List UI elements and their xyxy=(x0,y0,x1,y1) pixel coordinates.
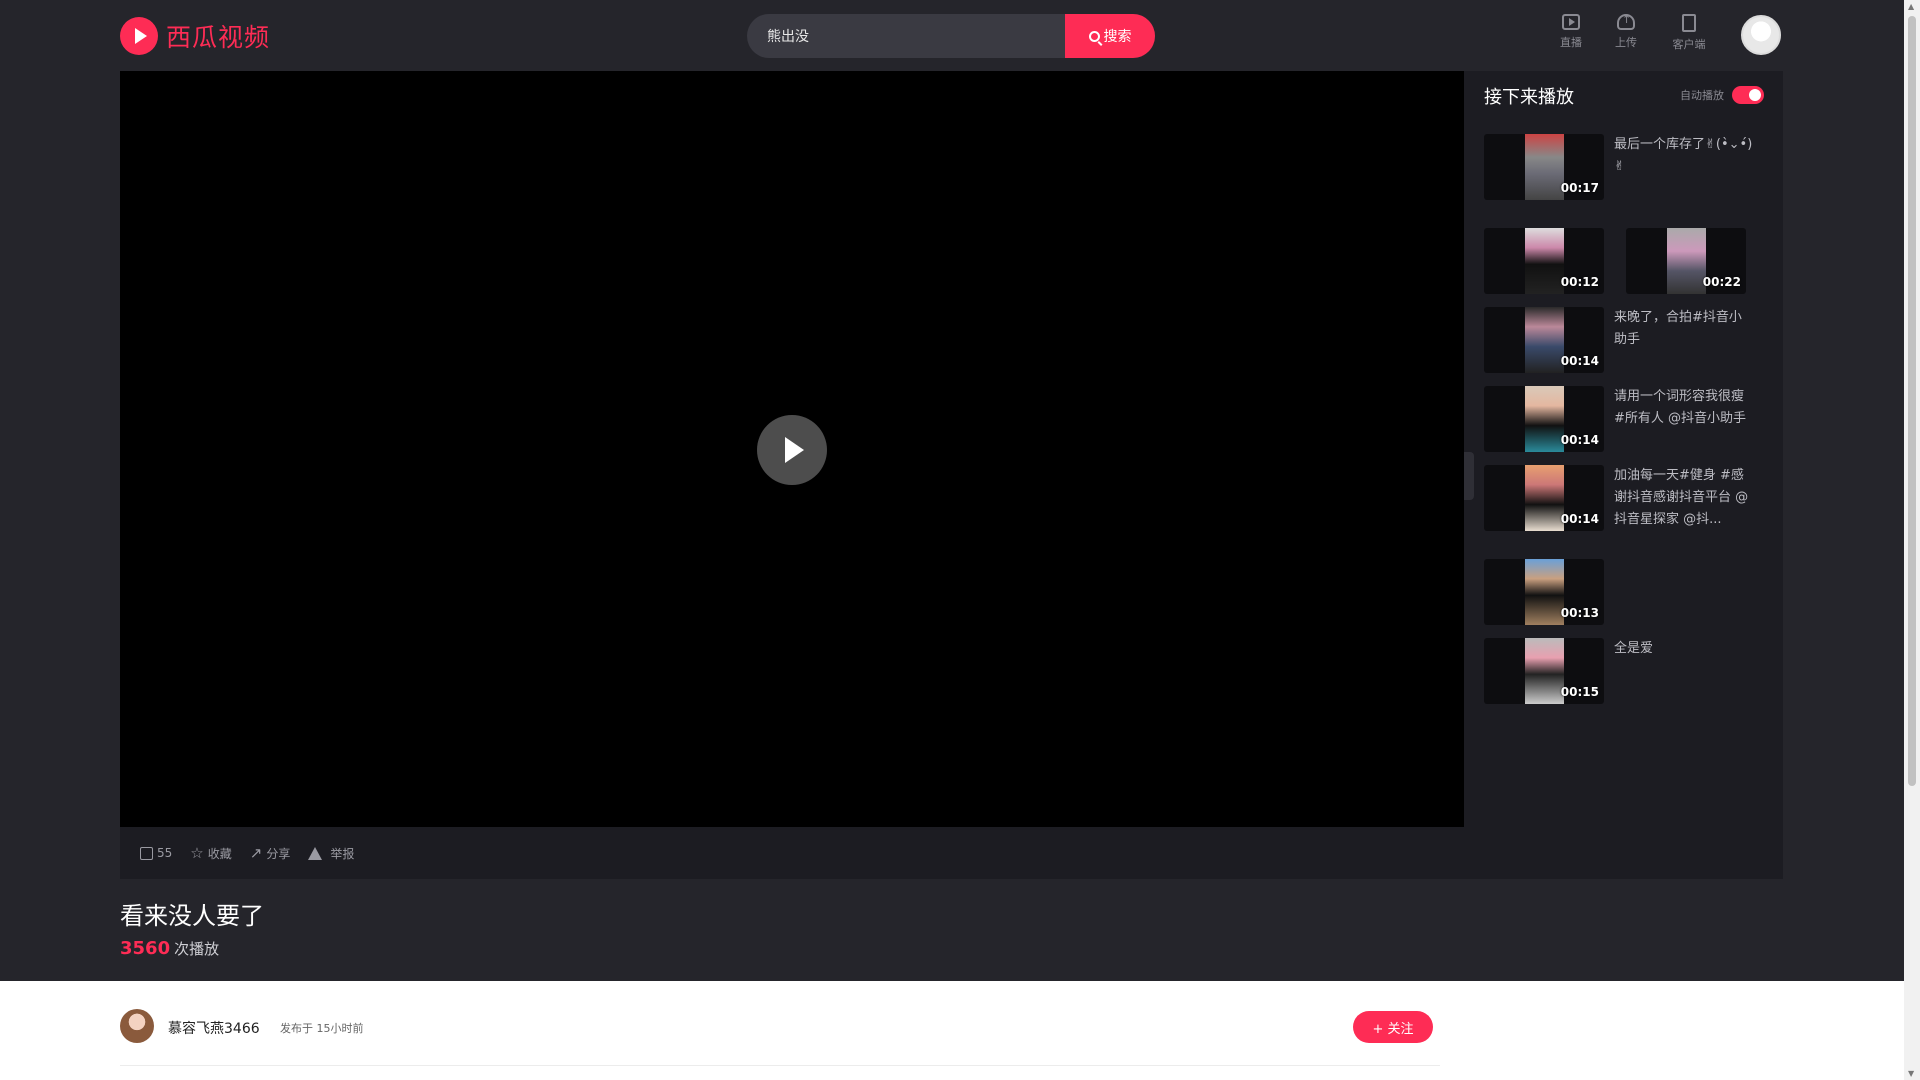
publish-time: 发布于 15小时前 xyxy=(280,1022,364,1035)
logo-text: 西瓜视频 xyxy=(166,23,271,52)
video-duration: 00:17 xyxy=(1560,181,1599,195)
report-label: 举报 xyxy=(330,846,355,861)
search-bar: 搜索 xyxy=(747,14,1155,58)
scroll-down-arrow-icon[interactable]: ▼ xyxy=(1908,1069,1914,1078)
up-next-item[interactable]: 00:12 00:22 xyxy=(1484,228,1774,294)
autoplay-control: 自动播放 xyxy=(1680,86,1764,104)
share-icon: ↗ xyxy=(249,843,263,862)
upload-button[interactable]: 上传 xyxy=(1601,13,1651,50)
star-icon: ☆ xyxy=(190,843,204,862)
thumbnail-image xyxy=(1525,638,1564,704)
live-icon xyxy=(1562,14,1580,30)
video-duration: 00:12 xyxy=(1560,275,1599,289)
video-thumbnail[interactable]: 00:22 xyxy=(1626,228,1746,294)
video-title[interactable]: 加油每一天#健身 #感谢抖音感谢抖音平台 @抖音星探家 @抖... xyxy=(1614,465,1754,531)
video-duration: 00:14 xyxy=(1560,354,1599,368)
author-name[interactable]: 慕容飞燕3466 xyxy=(168,1018,260,1038)
search-icon xyxy=(1088,30,1100,42)
play-count-suffix: 次播放 xyxy=(174,940,220,958)
video-actions-bar: 55 ☆ 收藏 ↗ 分享 举报 xyxy=(120,827,1464,879)
thumbnail-image xyxy=(1667,228,1706,294)
client-icon xyxy=(1682,14,1696,32)
share-label: 分享 xyxy=(266,846,291,861)
thumbnail-image xyxy=(1525,134,1564,200)
site-logo[interactable]: 西瓜视频 xyxy=(120,16,270,56)
thumbnail-image xyxy=(1525,307,1564,373)
video-thumbnail[interactable]: 00:17 xyxy=(1484,134,1604,200)
thumbnail-image xyxy=(1525,465,1564,531)
search-input[interactable] xyxy=(747,14,1065,58)
video-title[interactable]: 全是爱 xyxy=(1614,638,1754,660)
author-row: 慕容飞燕3466 发布于 15小时前 + 关注 xyxy=(120,981,1440,1066)
live-label: 直播 xyxy=(1560,36,1582,49)
report-button[interactable]: 举报 xyxy=(308,845,354,862)
video-thumbnail[interactable]: 00:14 xyxy=(1484,386,1604,452)
video-stage: 55 ☆ 收藏 ↗ 分享 举报 接下来播放 自动播放 00:17 最后一个库存了… xyxy=(120,71,1783,879)
video-duration: 00:14 xyxy=(1560,512,1599,526)
scrollbar-thumb[interactable] xyxy=(1908,16,1916,786)
play-count: 3560 次播放 xyxy=(120,938,219,959)
author-avatar[interactable] xyxy=(120,1009,154,1043)
thumbnail-image xyxy=(1525,228,1564,294)
video-duration: 00:15 xyxy=(1560,685,1599,699)
favorite-label: 收藏 xyxy=(207,846,232,861)
video-duration: 00:14 xyxy=(1560,433,1599,447)
video-duration: 00:13 xyxy=(1560,606,1599,620)
video-title-heading: 看来没人要了 xyxy=(120,902,264,930)
share-button[interactable]: ↗ 分享 xyxy=(250,845,291,862)
search-button-label: 搜索 xyxy=(1103,29,1132,45)
page-scrollbar[interactable]: ▲ ▼ xyxy=(1904,0,1920,1080)
like-button[interactable]: 55 xyxy=(140,846,172,860)
play-button[interactable] xyxy=(757,415,827,485)
sidebar-collapse-handle[interactable] xyxy=(1464,452,1474,500)
video-title[interactable]: 最后一个库存了✌(•̀⌄•́)✌ xyxy=(1614,134,1754,178)
up-next-sidebar: 接下来播放 自动播放 00:17 最后一个库存了✌(•̀⌄•́)✌ 00:12 … xyxy=(1484,71,1774,879)
video-player[interactable] xyxy=(120,71,1464,827)
video-title[interactable]: 来晚了，合拍#抖音小助手 xyxy=(1614,307,1754,351)
warning-icon xyxy=(308,846,323,860)
follow-button[interactable]: + 关注 xyxy=(1353,1011,1433,1043)
client-label: 客户端 xyxy=(1672,38,1706,51)
user-avatar[interactable] xyxy=(1741,15,1781,55)
scroll-up-arrow-icon[interactable]: ▲ xyxy=(1908,2,1914,11)
video-thumbnail[interactable]: 00:14 xyxy=(1484,465,1604,531)
client-button[interactable]: 客户端 xyxy=(1664,14,1714,52)
logo-play-icon xyxy=(120,17,158,55)
live-button[interactable]: 直播 xyxy=(1546,14,1596,50)
video-thumbnail[interactable]: 00:14 xyxy=(1484,307,1604,373)
up-next-item[interactable]: 00:14 加油每一天#健身 #感谢抖音感谢抖音平台 @抖音星探家 @抖... xyxy=(1484,465,1774,531)
video-thumbnail[interactable]: 00:13 xyxy=(1484,559,1604,625)
like-count: 55 xyxy=(157,846,173,860)
up-next-item[interactable]: 00:14 来晚了，合拍#抖音小助手 xyxy=(1484,307,1774,373)
up-next-item[interactable]: 00:17 最后一个库存了✌(•̀⌄•́)✌ xyxy=(1484,134,1774,200)
thumbnail-image xyxy=(1525,386,1564,452)
up-next-item[interactable]: 00:13 xyxy=(1484,559,1774,625)
top-header: 西瓜视频 搜索 直播 上传 客户端 xyxy=(0,0,1904,71)
upload-label: 上传 xyxy=(1615,36,1637,49)
search-button[interactable]: 搜索 xyxy=(1065,14,1155,58)
video-thumbnail[interactable]: 00:15 xyxy=(1484,638,1604,704)
favorite-button[interactable]: ☆ 收藏 xyxy=(190,845,231,862)
autoplay-toggle[interactable] xyxy=(1732,86,1764,104)
up-next-title: 接下来播放 xyxy=(1484,87,1574,108)
play-count-number: 3560 xyxy=(120,938,171,959)
author-section: 慕容飞燕3466 发布于 15小时前 + 关注 xyxy=(0,981,1904,1080)
video-thumbnail[interactable]: 00:12 xyxy=(1484,228,1604,294)
thumbnail-image xyxy=(1525,559,1564,625)
upload-icon xyxy=(1617,13,1635,30)
autoplay-label: 自动播放 xyxy=(1680,89,1724,102)
up-next-item[interactable]: 00:15 全是爱 xyxy=(1484,638,1774,704)
video-duration: 00:22 xyxy=(1702,275,1741,289)
up-next-item[interactable]: 00:14 请用一个词形容我很瘦 #所有人 @抖音小助手 xyxy=(1484,386,1774,452)
video-title[interactable]: 请用一个词形容我很瘦 #所有人 @抖音小助手 xyxy=(1614,386,1754,430)
thumbs-up-icon xyxy=(140,846,153,860)
